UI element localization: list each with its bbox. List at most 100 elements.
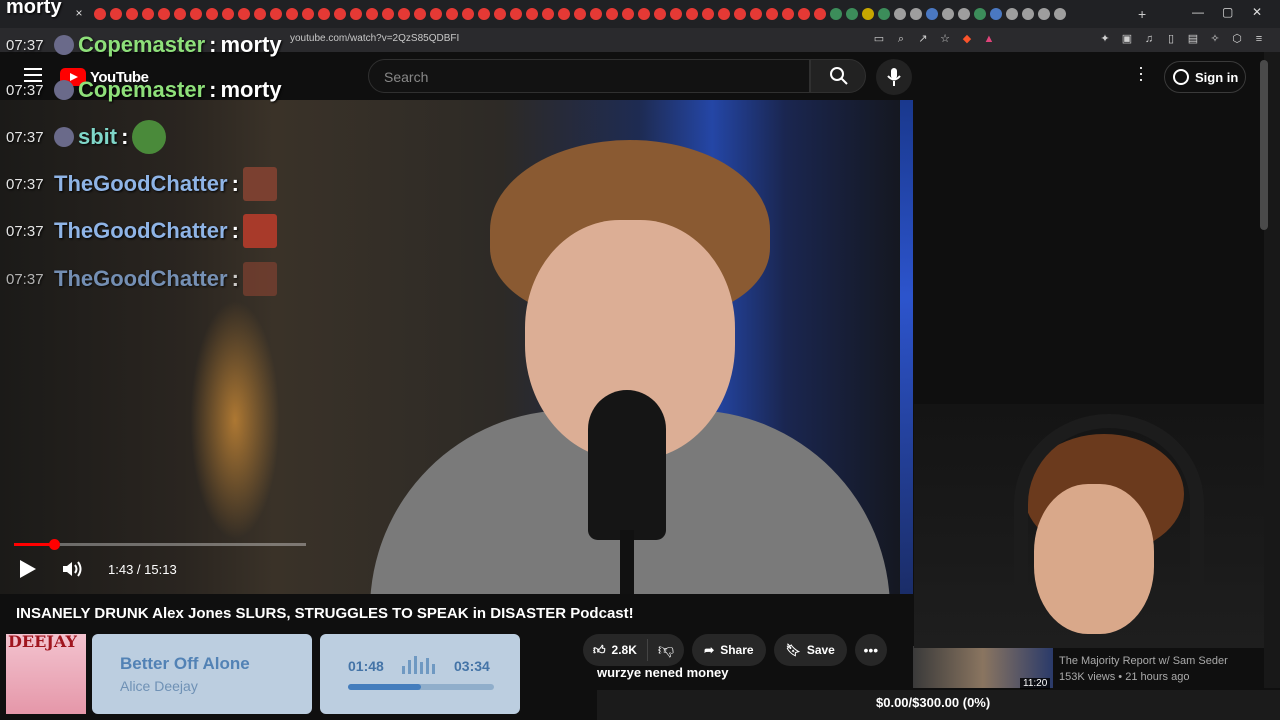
pinned-tab-icon[interactable]	[910, 8, 922, 20]
zoom-icon[interactable]: ⌕	[894, 32, 908, 46]
pinned-tab-icon[interactable]	[94, 8, 106, 20]
pinned-tab-icon[interactable]	[446, 8, 458, 20]
pinned-tab-icon[interactable]	[142, 8, 154, 20]
browser-menu-icon[interactable]: ≡	[1252, 32, 1266, 46]
save-button[interactable]: 🔖︎ Save	[773, 634, 847, 666]
bookmark-icon[interactable]: ☆	[938, 32, 952, 46]
pinned-tab-icon[interactable]	[798, 8, 810, 20]
pinned-tab-icon[interactable]	[1038, 8, 1050, 20]
pinned-tab-icon[interactable]	[638, 8, 650, 20]
pinned-tab-icon[interactable]	[766, 8, 778, 20]
pinned-tab-icon[interactable]	[382, 8, 394, 20]
sidebar-icon[interactable]: ▯	[1164, 32, 1178, 46]
pinned-tab-icon[interactable]	[526, 8, 538, 20]
vpn-icon[interactable]: ⬡	[1230, 32, 1244, 46]
volume-icon[interactable]	[62, 560, 84, 578]
pinned-tab-icon[interactable]	[942, 8, 954, 20]
share-page-icon[interactable]: ↗	[916, 32, 930, 46]
pinned-tab-icon[interactable]	[206, 8, 218, 20]
pinned-tab-icon[interactable]	[606, 8, 618, 20]
pinned-tab-icon[interactable]	[366, 8, 378, 20]
pinned-tab-icon[interactable]	[126, 8, 138, 20]
search-box[interactable]	[368, 59, 810, 93]
dislike-button[interactable]: 👎︎	[648, 639, 684, 661]
pinned-tab-icon[interactable]	[622, 8, 634, 20]
voice-search-button[interactable]	[876, 59, 912, 95]
pinned-tab-icon[interactable]	[974, 8, 986, 20]
pinned-tab-icon[interactable]	[670, 8, 682, 20]
pinned-tab-icon[interactable]	[702, 8, 714, 20]
pinned-tab-icon[interactable]	[574, 8, 586, 20]
pinned-tab-icon[interactable]	[1054, 8, 1066, 20]
extensions-icon[interactable]: ✦	[1098, 32, 1112, 46]
pinned-tab-icon[interactable]	[686, 8, 698, 20]
pinned-tab-icon[interactable]	[414, 8, 426, 20]
pinned-tab-icon[interactable]	[238, 8, 250, 20]
search-input[interactable]	[382, 68, 786, 86]
minimize-icon[interactable]: —	[1192, 5, 1204, 19]
brave-rewards-icon[interactable]: ▲	[982, 32, 996, 46]
pinned-tab-icon[interactable]	[254, 8, 266, 20]
pinned-tab-icon[interactable]	[814, 8, 826, 20]
play-icon[interactable]	[20, 560, 36, 578]
sign-in-button[interactable]: Sign in	[1164, 61, 1246, 93]
pinned-tab-icon[interactable]	[174, 8, 186, 20]
pinned-tab-icon[interactable]	[398, 8, 410, 20]
pinned-tab-icon[interactable]	[846, 8, 858, 20]
pinned-tab-icon[interactable]	[894, 8, 906, 20]
search-button[interactable]	[810, 59, 866, 93]
pinned-tab-icon[interactable]	[718, 8, 730, 20]
pinned-tab-icon[interactable]	[734, 8, 746, 20]
pinned-tab-icon[interactable]	[286, 8, 298, 20]
pinned-tab-icon[interactable]	[494, 8, 506, 20]
pinned-tab-icon[interactable]	[1006, 8, 1018, 20]
more-actions-icon[interactable]: •••	[854, 634, 887, 666]
pinned-tab-icon[interactable]	[110, 8, 122, 20]
pinned-tab-icon[interactable]	[510, 8, 522, 20]
maximize-icon[interactable]: ▢	[1222, 5, 1233, 19]
new-tab-button[interactable]: +	[1138, 6, 1146, 22]
page-scrollbar-thumb[interactable]	[1260, 60, 1268, 230]
pinned-tab-icon[interactable]	[318, 8, 330, 20]
pinned-tab-icon[interactable]	[878, 8, 890, 20]
brave-shield-icon[interactable]: ◆	[960, 32, 974, 46]
wallet-icon[interactable]: ▤	[1186, 32, 1200, 46]
pinned-tab-icon[interactable]	[302, 8, 314, 20]
related-channel[interactable]: The Majority Report w/ Sam Seder	[1059, 655, 1228, 667]
url-text[interactable]: youtube.com/watch?v=2QzS85QDBFI	[290, 33, 459, 44]
tab-search-icon[interactable]: ▣	[1120, 32, 1134, 46]
pinned-tab-icon[interactable]	[350, 8, 362, 20]
pinned-tab-icon[interactable]	[862, 8, 874, 20]
share-button[interactable]: ➦ Share	[692, 634, 766, 666]
settings-kebab-icon[interactable]: · · ·	[1136, 58, 1146, 88]
pinned-tab-icon[interactable]	[430, 8, 442, 20]
pinned-tab-icon[interactable]	[1022, 8, 1034, 20]
video-progress-bar[interactable]	[14, 539, 306, 550]
pinned-tab-icon[interactable]	[158, 8, 170, 20]
pinned-tab-icon[interactable]	[478, 8, 490, 20]
lamp-glow	[190, 300, 280, 540]
pinned-tab-icon[interactable]	[270, 8, 282, 20]
close-tab-icon[interactable]: ×	[72, 6, 86, 20]
pinned-tab-icon[interactable]	[926, 8, 938, 20]
face-emote-icon	[242, 262, 277, 296]
pinned-tab-icon[interactable]	[830, 8, 842, 20]
music-icon[interactable]: ♫	[1142, 32, 1156, 46]
pinned-tab-icon[interactable]	[558, 8, 570, 20]
pinned-tab-icon[interactable]	[462, 8, 474, 20]
pinned-tab-icon[interactable]	[542, 8, 554, 20]
leo-icon[interactable]: ✧	[1208, 32, 1222, 46]
close-window-icon[interactable]: ✕	[1252, 5, 1262, 19]
pinned-tab-icon[interactable]	[334, 8, 346, 20]
pinned-tab-icon[interactable]	[990, 8, 1002, 20]
pinned-tab-icon[interactable]	[958, 8, 970, 20]
pinned-tab-icon[interactable]	[782, 8, 794, 20]
pinned-tab-icon[interactable]	[222, 8, 234, 20]
pinned-tab-icon[interactable]	[750, 8, 762, 20]
pinned-tab-icon[interactable]	[654, 8, 666, 20]
pinned-tab-icon[interactable]	[590, 8, 602, 20]
pinned-tab-icon[interactable]	[190, 8, 202, 20]
like-button[interactable]: 👍︎ 2.8K	[583, 639, 648, 661]
video-progress-thumb[interactable]	[48, 539, 60, 550]
install-icon[interactable]: ▭	[872, 32, 886, 46]
